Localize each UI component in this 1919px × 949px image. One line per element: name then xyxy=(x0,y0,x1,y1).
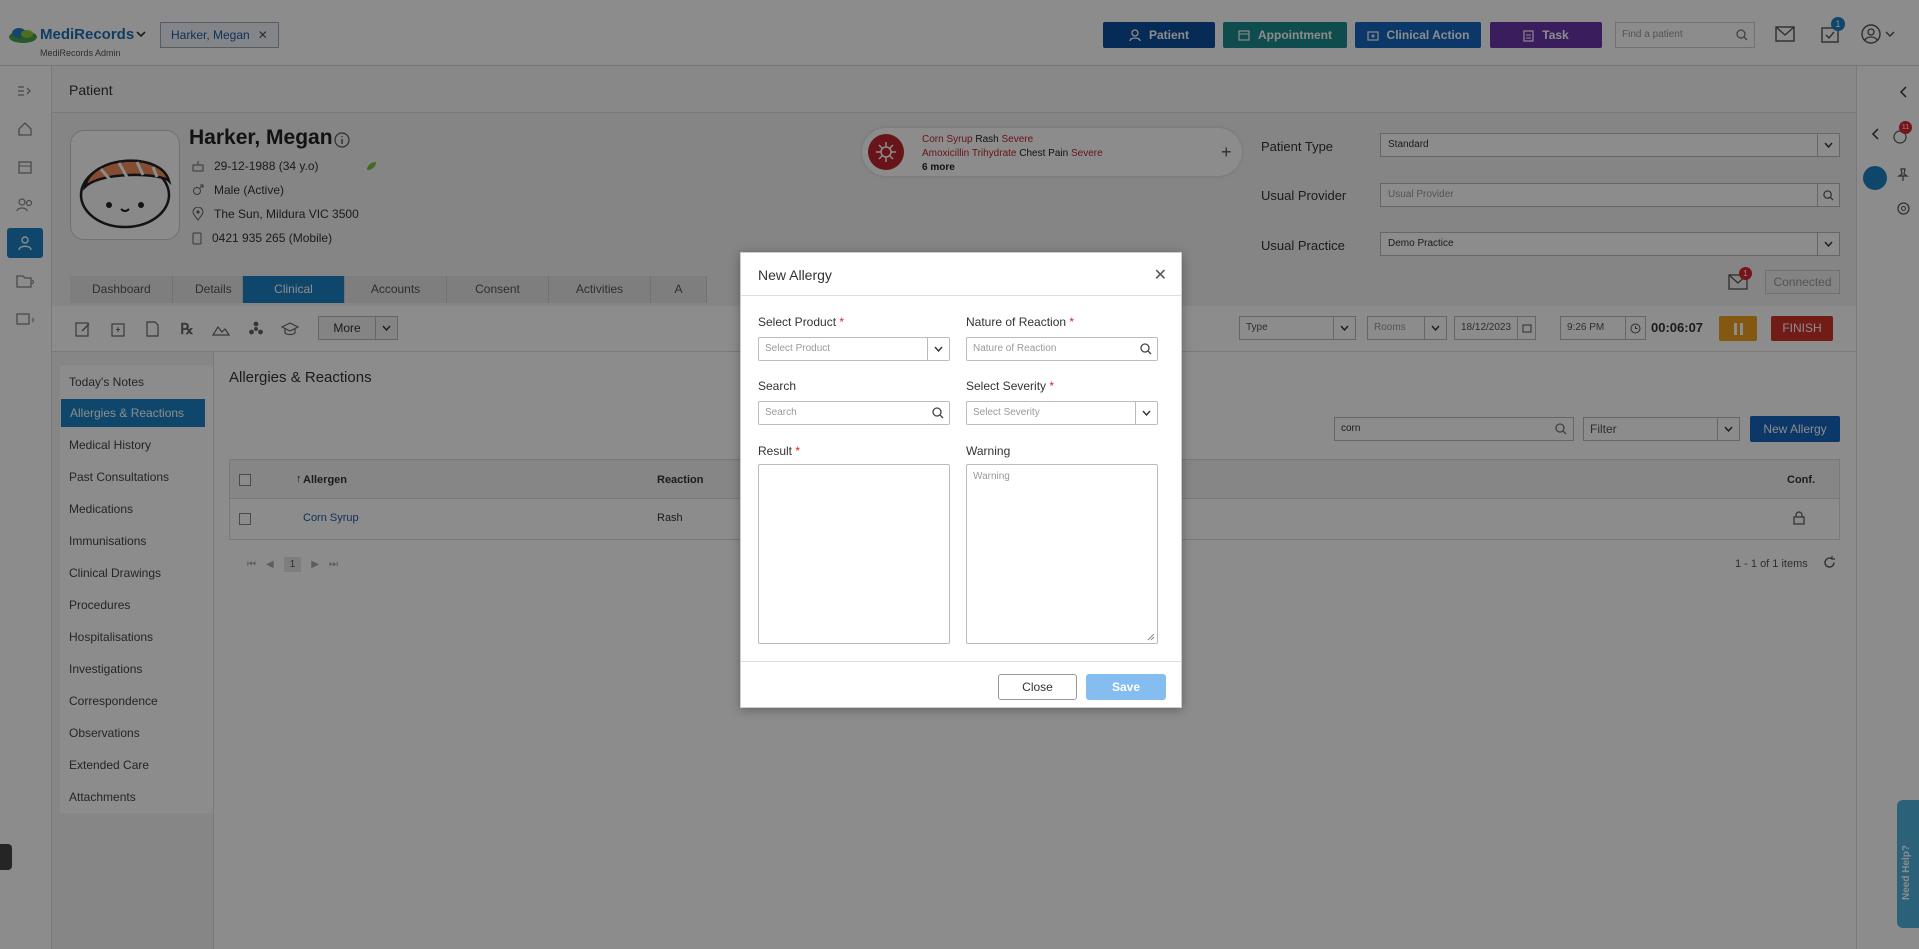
search-icon[interactable] xyxy=(1140,343,1152,355)
chevron-down-icon xyxy=(1135,402,1157,424)
search-label: Search xyxy=(758,379,797,393)
warning-label: Warning xyxy=(966,444,1011,458)
search-input[interactable]: Search xyxy=(758,401,950,425)
warning-textarea[interactable]: Warning xyxy=(966,464,1158,644)
select-severity-label: Select Severity * xyxy=(966,379,1055,393)
warning-placeholder: Warning xyxy=(973,471,1010,482)
search-placeholder: Search xyxy=(765,407,797,418)
select-product-label: Select Product * xyxy=(758,315,845,329)
chevron-down-icon xyxy=(927,338,949,360)
select-severity-placeholder: Select Severity xyxy=(973,407,1040,418)
dialog-divider xyxy=(741,295,1181,296)
nature-of-reaction-placeholder: Nature of Reaction xyxy=(973,343,1057,354)
new-allergy-dialog: New Allergy ✕ Select Product * Select Pr… xyxy=(740,252,1182,708)
select-product-placeholder: Select Product xyxy=(765,343,831,354)
close-icon[interactable]: ✕ xyxy=(1154,265,1167,285)
nature-of-reaction-input[interactable]: Nature of Reaction xyxy=(966,337,1158,361)
select-severity-dropdown[interactable]: Select Severity xyxy=(966,401,1158,425)
save-button[interactable]: Save xyxy=(1086,674,1166,700)
resize-handle-icon[interactable] xyxy=(1147,633,1155,641)
result-textarea[interactable] xyxy=(758,464,950,644)
nature-of-reaction-label: Nature of Reaction * xyxy=(966,315,1075,329)
close-button[interactable]: Close xyxy=(998,674,1077,700)
search-icon[interactable] xyxy=(932,407,944,419)
dialog-title: New Allergy xyxy=(758,267,832,283)
select-product-dropdown[interactable]: Select Product xyxy=(758,337,950,361)
result-label: Result * xyxy=(758,444,801,458)
dialog-footer-divider xyxy=(741,661,1181,662)
